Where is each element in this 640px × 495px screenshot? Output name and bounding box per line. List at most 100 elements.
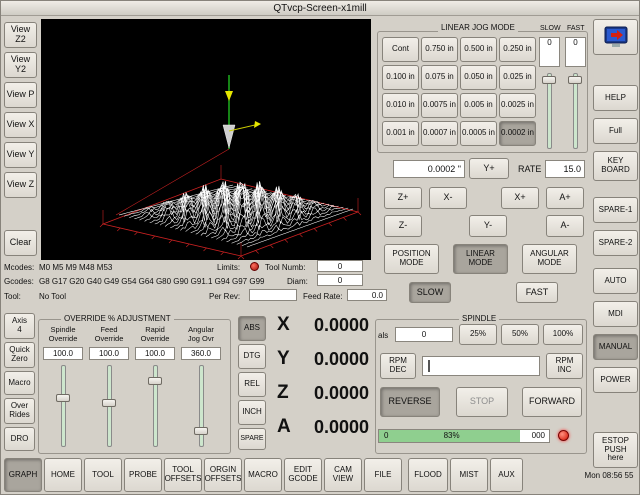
tab-dro[interactable]: DRO [4, 427, 35, 451]
bottom-tab-cam-view[interactable]: CAM VIEW [324, 458, 362, 492]
jog-y-plus-button[interactable]: Y+ [469, 158, 509, 179]
jog-slow-button[interactable]: SLOW [409, 282, 451, 303]
jog-increment[interactable]: 0.0075 in [421, 93, 458, 118]
position-mode-button[interactable]: POSITION MODE [384, 244, 439, 274]
aux-button[interactable]: AUX [490, 458, 523, 492]
manual-mode-button[interactable]: MANUAL [593, 334, 638, 360]
angular-jog-override-slider[interactable] [194, 365, 208, 447]
spindle-stop-button[interactable]: STOP [456, 387, 508, 417]
tool-number-display: 0 [317, 260, 363, 272]
slider-track [61, 365, 66, 447]
tab-macro[interactable]: Macro [4, 371, 35, 395]
mist-button[interactable]: MIST [450, 458, 488, 492]
bottom-tab-origin-offsets[interactable]: ORGIN OFFSETS [204, 458, 242, 492]
rpm-indicator-tick [428, 360, 430, 372]
linear-mode-button[interactable]: LINEAR MODE [453, 244, 508, 274]
bottom-tab-edit-gcode[interactable]: EDIT GCODE [284, 458, 322, 492]
tab-axis-4[interactable]: Axis 4 [4, 313, 35, 339]
dro-mode-spare[interactable]: SPARE [238, 428, 266, 450]
spindle-override-slider[interactable] [56, 365, 70, 447]
exit-icon [603, 25, 629, 49]
auto-mode-button[interactable]: AUTO [593, 268, 638, 294]
bottom-tab-home[interactable]: HOME [44, 458, 82, 492]
bottom-tab-probe[interactable]: PROBE [124, 458, 162, 492]
estop-button[interactable]: ESTOP PUSH here [593, 432, 638, 468]
full-button[interactable]: Full [593, 118, 638, 144]
jog-increment[interactable]: 0.0007 in [421, 121, 458, 146]
spare-1-button[interactable]: SPARE-1 [593, 197, 638, 223]
view-y2-button[interactable]: View Y2 [4, 52, 37, 78]
jog-increment[interactable]: 0.075 in [421, 65, 458, 90]
flood-button[interactable]: FLOOD [408, 458, 448, 492]
clear-view-button[interactable]: Clear [4, 230, 37, 256]
tab-over-rides[interactable]: Over Rides [4, 398, 35, 424]
spindle-forward-button[interactable]: FORWARD [522, 387, 582, 417]
help-button[interactable]: HELP [593, 85, 638, 111]
jog-z-plus-button[interactable]: Z+ [384, 187, 422, 209]
jog-z-minus-button[interactable]: Z- [384, 215, 422, 237]
spare-2-button[interactable]: SPARE-2 [593, 230, 638, 256]
jog-x-plus-button[interactable]: X+ [501, 187, 539, 209]
keyboard-button[interactable]: KEY BOARD [593, 151, 638, 181]
jog-slow-slider[interactable] [542, 73, 556, 149]
view-x-button[interactable]: View X [4, 112, 37, 138]
jog-a-plus-button[interactable]: A+ [546, 187, 584, 209]
jog-increment[interactable]: 0.0025 in [499, 93, 536, 118]
view-y-button[interactable]: View Y [4, 142, 37, 168]
bottom-tab-tool[interactable]: TOOL [84, 458, 122, 492]
spindle-preset-100-button[interactable]: 100% [543, 324, 583, 345]
view-z2-button[interactable]: View Z2 [4, 22, 37, 48]
mdi-mode-button[interactable]: MDI [593, 301, 638, 327]
bottom-tab-tool-offsets[interactable]: TOOL OFFSETS [164, 458, 202, 492]
gcode-backplot-view[interactable] [41, 19, 371, 260]
titlebar[interactable]: QTvcp-Screen-x1mill [1, 1, 639, 16]
jog-fast-slider[interactable] [568, 73, 582, 149]
jog-increment[interactable]: 0.010 in [382, 93, 419, 118]
jog-increment[interactable]: 0.250 in [499, 37, 536, 62]
dro-mode-rel[interactable]: REL [238, 372, 266, 397]
jog-increment-selected[interactable]: 0.0002 in [499, 121, 536, 146]
jog-y-minus-button[interactable]: Y- [469, 215, 507, 237]
slider-handle[interactable] [194, 427, 208, 435]
jog-increment[interactable]: 0.750 in [421, 37, 458, 62]
slider-handle[interactable] [568, 76, 582, 84]
slider-handle[interactable] [56, 394, 70, 402]
slider-handle[interactable] [148, 377, 162, 385]
power-button[interactable]: POWER [593, 367, 638, 393]
view-p-button[interactable]: View P [4, 82, 37, 108]
bottom-tab-macro[interactable]: MACRO [244, 458, 282, 492]
jog-increment[interactable]: 0.100 in [382, 65, 419, 90]
tab-quick-zero[interactable]: Quick Zero [4, 342, 35, 368]
bottom-tab-graph[interactable]: GRAPH [4, 458, 42, 492]
exit-screen-button[interactable] [593, 19, 638, 55]
jog-fast-button[interactable]: FAST [516, 282, 558, 303]
dro-mode-inch[interactable]: INCH [238, 400, 266, 425]
dro-value-y: 0.0000 [291, 349, 369, 370]
dro-mode-dtg[interactable]: DTG [238, 344, 266, 369]
spindle-reverse-button[interactable]: REVERSE [380, 387, 440, 417]
jog-increment[interactable]: 0.050 in [460, 65, 497, 90]
slider-track [573, 73, 578, 149]
rpm-inc-button[interactable]: RPM INC [546, 353, 583, 379]
jog-increment[interactable]: 0.0005 in [460, 121, 497, 146]
jog-increment[interactable]: 0.001 in [382, 121, 419, 146]
rapid-override-slider[interactable] [148, 365, 162, 447]
jog-increment[interactable]: 0.500 in [460, 37, 497, 62]
rpm-dec-button[interactable]: RPM DEC [380, 353, 416, 379]
jog-increment[interactable]: 0.025 in [499, 65, 536, 90]
slider-handle[interactable] [102, 399, 116, 407]
feed-override-slider[interactable] [102, 365, 116, 447]
dro-mode-abs[interactable]: ABS [238, 316, 266, 341]
jog-x-minus-button[interactable]: X- [429, 187, 467, 209]
slider-track [199, 365, 204, 447]
slider-handle[interactable] [542, 76, 556, 84]
angular-mode-button[interactable]: ANGULAR MODE [522, 244, 577, 274]
view-z-button[interactable]: View Z [4, 172, 37, 198]
spindle-preset-25-button[interactable]: 25% [459, 324, 497, 345]
jog-increment-cont[interactable]: Cont [382, 37, 419, 62]
spindle-preset-50-button[interactable]: 50% [501, 324, 539, 345]
bottom-tab-file[interactable]: FILE [364, 458, 402, 492]
jog-rate-display: 15.0 [545, 160, 585, 178]
jog-a-minus-button[interactable]: A- [546, 215, 584, 237]
jog-increment[interactable]: 0.005 in [460, 93, 497, 118]
